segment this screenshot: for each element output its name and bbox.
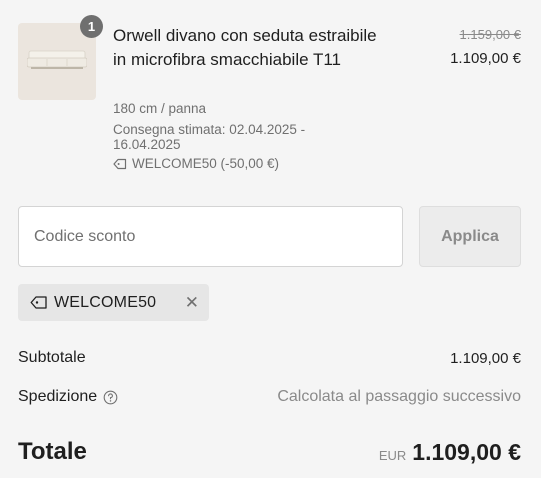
delivery-estimate: Consegna stimata: 02.04.2025 - 16.04.202…: [113, 122, 306, 152]
help-icon[interactable]: [103, 390, 118, 405]
shipping-label-group: Spedizione: [18, 388, 118, 406]
apply-button[interactable]: Applica: [419, 206, 521, 267]
total-row: Totale EUR 1.109,00 €: [18, 436, 521, 468]
remove-discount-icon[interactable]: ✕: [185, 294, 199, 311]
sofa-icon: [27, 50, 87, 69]
line-discount: WELCOME50 (-50,00 €): [113, 156, 383, 171]
shipping-value: Calcolata al passaggio successivo: [277, 388, 521, 405]
shipping-row: Spedizione Calcolata al passaggio succes…: [18, 386, 521, 408]
total-value-group: EUR 1.109,00 €: [379, 439, 521, 466]
total-currency: EUR: [378, 447, 407, 463]
order-summary: 1 Orwell divano con seduta estraibile in…: [0, 0, 541, 478]
line-discount-label: WELCOME50 (-50,00 €): [132, 156, 280, 171]
original-price: 1.159,00 €: [459, 27, 521, 42]
tag-icon: [30, 296, 47, 309]
total-value: 1.109,00 €: [412, 438, 521, 465]
applied-discount-chip: WELCOME50 ✕: [18, 284, 209, 321]
subtotal-row: Subtotale 1.109,00 €: [18, 347, 521, 369]
product-name: Orwell divano con seduta estraibile in m…: [113, 26, 377, 69]
applied-discount-code: WELCOME50: [54, 293, 157, 311]
discount-code-input[interactable]: [18, 206, 403, 267]
total-label: Totale: [18, 438, 87, 465]
subtotal-label: Subtotale: [18, 349, 86, 366]
quantity-badge: 1: [80, 15, 103, 38]
current-price: 1.109,00 €: [450, 50, 521, 67]
product-variant: 180 cm / panna: [113, 101, 207, 116]
tag-icon: [113, 158, 127, 169]
subtotal-value: 1.109,00 €: [450, 349, 521, 367]
shipping-label: Spedizione: [18, 388, 98, 405]
